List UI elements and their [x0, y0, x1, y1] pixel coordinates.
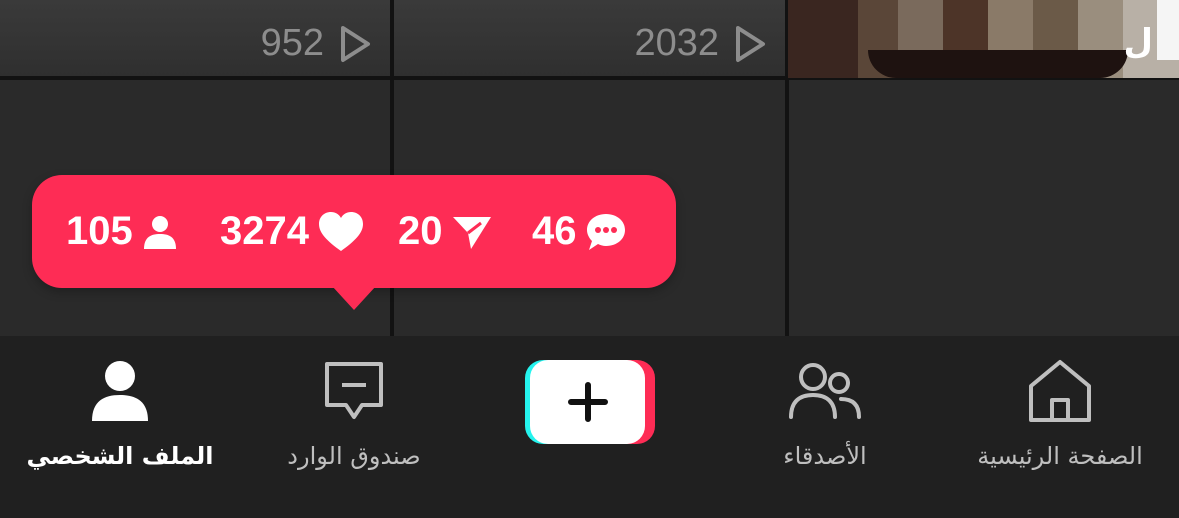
- video-tile[interactable]: 2032: [394, 0, 785, 76]
- thumbnail-text: ل: [1123, 22, 1153, 62]
- friends-icon: [789, 363, 861, 419]
- likes-stat: 3274: [220, 209, 365, 254]
- video-tile[interactable]: [789, 80, 1179, 336]
- view-count: 952: [261, 22, 372, 65]
- video-thumbnail-blurred[interactable]: ل: [788, 0, 1179, 78]
- shares-stat: 20: [398, 209, 493, 254]
- view-count-value: 2032: [634, 22, 719, 64]
- nav-profile-label: الملف الشخصي: [26, 442, 214, 470]
- activity-stats-tooltip[interactable]: 105 3274 20 46: [32, 175, 676, 310]
- video-tile[interactable]: 952: [0, 0, 390, 76]
- nav-inbox-label: صندوق الوارد: [287, 442, 421, 470]
- nav-profile[interactable]: الملف الشخصي: [0, 356, 240, 470]
- home-icon: [1029, 360, 1091, 422]
- inbox-icon: [325, 362, 383, 419]
- send-icon: [452, 216, 491, 249]
- person-icon: [143, 215, 176, 249]
- play-icon: [341, 25, 370, 62]
- nav-friends[interactable]: الأصدقاء: [705, 356, 945, 470]
- nav-home[interactable]: الصفحة الرئيسية: [940, 356, 1179, 470]
- comment-icon: [586, 213, 625, 250]
- profile-icon: [92, 361, 148, 421]
- plus-icon: [567, 382, 608, 422]
- view-count-value: 952: [260, 22, 324, 64]
- followers-stat: 105: [66, 209, 179, 254]
- comments-stat: 46: [532, 209, 627, 254]
- followers-count: 105: [66, 209, 133, 253]
- nav-friends-label: الأصدقاء: [783, 442, 867, 470]
- play-icon: [736, 25, 765, 62]
- heart-icon: [318, 211, 363, 251]
- view-count: 2032: [634, 22, 767, 65]
- shares-count: 20: [398, 209, 443, 253]
- likes-count: 3274: [220, 209, 309, 253]
- nav-home-label: الصفحة الرئيسية: [977, 442, 1143, 470]
- nav-inbox[interactable]: صندوق الوارد: [234, 356, 474, 470]
- comments-count: 46: [532, 209, 577, 253]
- create-video-button[interactable]: [525, 360, 655, 444]
